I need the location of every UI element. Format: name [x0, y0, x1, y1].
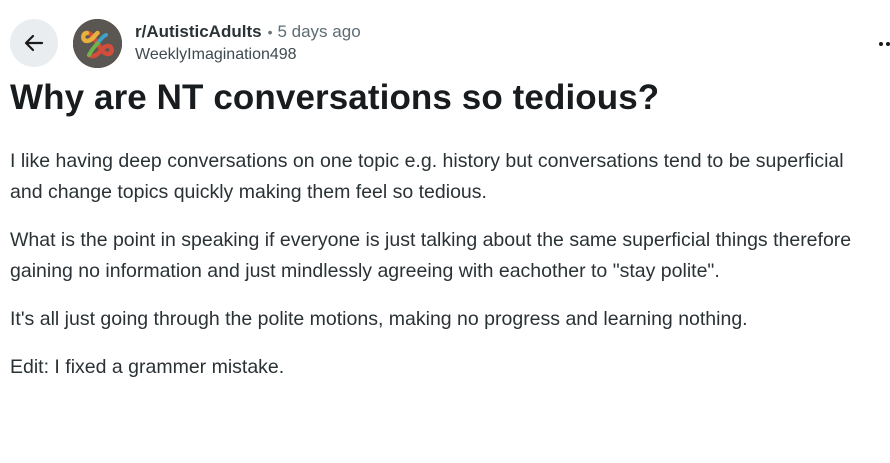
- post-paragraph: What is the point in speaking if everyon…: [10, 229, 852, 282]
- post-body: I like having deep conversations on one …: [10, 146, 880, 400]
- back-button[interactable]: [10, 19, 58, 67]
- post-meta: r/AutisticAdults • 5 days ago WeeklyImag…: [135, 20, 361, 66]
- post-title: Why are NT conversations so tedious?: [10, 78, 660, 117]
- more-options-icon: [879, 42, 883, 46]
- post-paragraph: I like having deep conversations on one …: [10, 150, 844, 203]
- author-link[interactable]: WeeklyImagination498: [135, 44, 361, 66]
- meta-separator: •: [267, 24, 273, 40]
- arrow-left-icon: [24, 34, 44, 52]
- infinity-logo-icon: [73, 19, 122, 68]
- post-paragraph: It's all just going through the polite m…: [10, 308, 748, 330]
- subreddit-link[interactable]: r/AutisticAdults: [135, 20, 262, 44]
- post-paragraph: Edit: I fixed a grammer mistake.: [10, 356, 285, 378]
- post-header: r/AutisticAdults • 5 days ago WeeklyImag…: [0, 0, 890, 80]
- more-options-button[interactable]: [868, 36, 890, 52]
- post-timestamp: 5 days ago: [277, 22, 361, 41]
- subreddit-avatar[interactable]: [73, 19, 122, 68]
